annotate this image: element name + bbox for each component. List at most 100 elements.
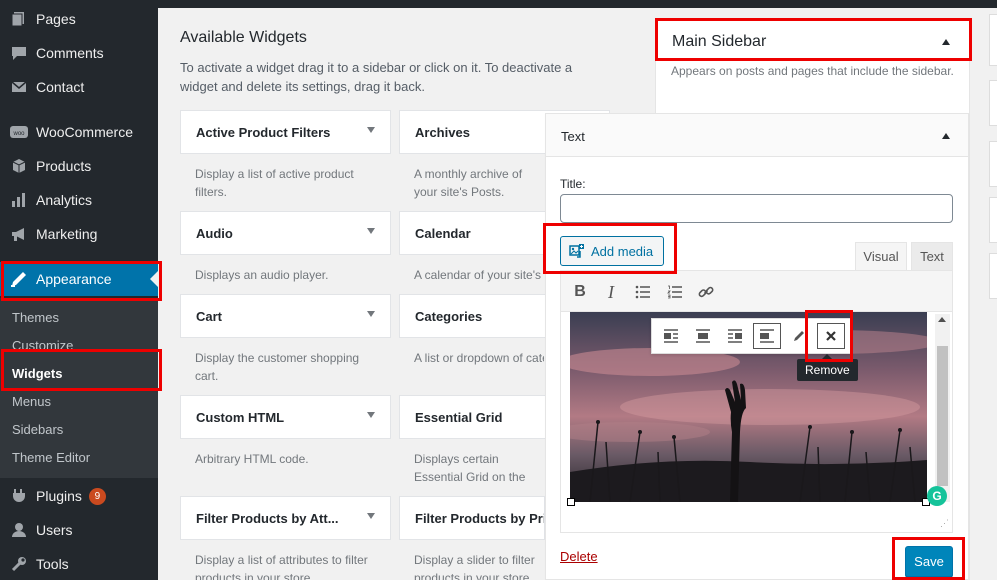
top-bar-strip [158, 0, 997, 8]
widget-title: Filter Products by Price [415, 511, 544, 526]
comments-icon [9, 43, 29, 63]
menu-item-users[interactable]: Users [0, 513, 158, 547]
plugins-icon [9, 486, 29, 506]
widget-description: Displays certain Essential Grid on the p… [414, 452, 526, 484]
add-media-button[interactable]: Add media [560, 236, 664, 266]
widget-description: Display the customer shopping cart. [195, 351, 360, 383]
editor-scrollbar[interactable] [935, 314, 950, 502]
bold-icon[interactable]: B [569, 281, 591, 303]
widget-description: Display a list of attributes to filter p… [195, 553, 368, 580]
scrollbar-thumb[interactable] [937, 346, 948, 486]
next-sidebar-panel[interactable] [989, 197, 997, 243]
next-sidebar-panel[interactable] [989, 80, 997, 126]
resize-grip-icon[interactable]: ⋰ [940, 518, 949, 529]
bullet-list-icon[interactable] [632, 281, 654, 303]
menu-label: Pages [36, 11, 76, 27]
menu-item-marketing[interactable]: Marketing [0, 217, 158, 251]
chevron-up-icon[interactable] [942, 39, 950, 45]
menu-item-plugins[interactable]: Plugins 9 [0, 479, 158, 513]
menu-label: Users [36, 522, 73, 538]
main-sidebar-description: Appears on posts and pages that include … [671, 64, 954, 78]
tab-visual[interactable]: Visual [855, 242, 907, 270]
menu-item-pages[interactable]: Pages [0, 2, 158, 36]
align-right-icon[interactable] [721, 323, 749, 349]
widget-description: A list or dropdown of categories. [414, 351, 544, 365]
menu-item-appearance[interactable]: Appearance [0, 262, 158, 296]
next-sidebar-panel[interactable] [989, 253, 997, 299]
remove-tooltip: Remove [797, 354, 858, 381]
grammarly-icon[interactable]: G [927, 486, 947, 506]
widget-custom-html[interactable]: Custom HTML [180, 395, 391, 439]
align-left-icon[interactable] [657, 323, 685, 349]
submenu-menus[interactable]: Menus [12, 394, 51, 409]
submenu-sidebars[interactable]: Sidebars [12, 422, 63, 437]
italic-icon[interactable]: I [600, 281, 622, 303]
widget-title: Custom HTML [196, 410, 285, 425]
menu-label: Appearance [36, 271, 112, 287]
widget-active-product-filters[interactable]: Active Product Filters [180, 110, 391, 154]
menu-item-products[interactable]: Products [0, 149, 158, 183]
next-sidebar-panel[interactable] [989, 141, 997, 187]
chevron-up-icon[interactable] [942, 133, 950, 139]
add-media-label: Add media [591, 243, 654, 259]
align-none-icon[interactable] [753, 323, 781, 349]
chevron-down-icon[interactable] [367, 228, 375, 234]
widget-title: Calendar [415, 226, 471, 241]
menu-item-contact[interactable]: Contact [0, 70, 158, 104]
numbered-list-icon[interactable] [664, 281, 686, 303]
text-widget-header[interactable]: Text [546, 114, 968, 157]
title-label: Title: [560, 177, 586, 191]
svg-text:woo: woo [12, 131, 25, 137]
woocommerce-icon: woo [9, 122, 29, 142]
delete-link[interactable]: Delete [560, 549, 598, 564]
widget-title: Cart [196, 309, 223, 324]
admin-sidebar: Pages Comments Contact woo WooCommerce P… [0, 0, 158, 580]
editor-toolbar: B I [560, 270, 953, 312]
chevron-down-icon[interactable] [367, 412, 375, 418]
remove-icon[interactable] [817, 323, 845, 349]
tab-text[interactable]: Text [911, 242, 953, 270]
scroll-up-icon[interactable] [938, 317, 946, 322]
menu-item-tools[interactable]: Tools [0, 547, 158, 580]
marketing-icon [9, 224, 29, 244]
widget-description: A calendar of your site's Posts. [414, 268, 544, 282]
main-sidebar-title[interactable]: Main Sidebar [672, 33, 766, 51]
menu-item-analytics[interactable]: Analytics [0, 183, 158, 217]
menu-item-woocommerce[interactable]: woo WooCommerce [0, 115, 158, 149]
analytics-icon [9, 190, 29, 210]
widget-description: Arbitrary HTML code. [195, 452, 309, 466]
title-input[interactable] [560, 194, 953, 223]
chevron-down-icon[interactable] [367, 513, 375, 519]
submenu-theme-editor[interactable]: Theme Editor [12, 450, 90, 465]
align-center-icon[interactable] [689, 323, 717, 349]
link-icon[interactable] [695, 281, 717, 303]
submenu-widgets[interactable]: Widgets [12, 366, 62, 381]
menu-item-comments[interactable]: Comments [0, 36, 158, 70]
menu-label: Marketing [36, 226, 98, 242]
menu-label: WooCommerce [36, 124, 133, 140]
widget-title: Active Product Filters [196, 125, 331, 140]
widget-description: Displays an audio player. [195, 268, 329, 282]
image-inline-toolbar [651, 318, 851, 354]
save-button[interactable]: Save [905, 546, 953, 577]
menu-label: Products [36, 158, 92, 174]
widget-title: Categories [415, 309, 483, 324]
submenu-themes[interactable]: Themes [12, 310, 59, 325]
submenu-customize[interactable]: Customize [12, 338, 73, 353]
widget-title: Filter Products by Att... [196, 511, 339, 526]
widget-filter-products-by-attribute[interactable]: Filter Products by Att... [180, 496, 391, 540]
widget-cart[interactable]: Cart [180, 294, 391, 338]
widget-filter-products-by-price[interactable]: Filter Products by Price [399, 496, 545, 540]
chevron-down-icon[interactable] [367, 127, 375, 133]
image-resize-handle[interactable] [567, 498, 575, 506]
next-sidebar-panel[interactable] [989, 14, 997, 66]
contact-icon [9, 77, 29, 97]
appearance-icon [9, 269, 29, 289]
chevron-down-icon[interactable] [367, 311, 375, 317]
users-icon [9, 520, 29, 540]
menu-label: Comments [36, 45, 104, 61]
widget-audio[interactable]: Audio [180, 211, 391, 255]
edit-icon[interactable] [785, 323, 813, 349]
active-menu-arrow [150, 271, 158, 287]
tools-icon [9, 554, 29, 574]
